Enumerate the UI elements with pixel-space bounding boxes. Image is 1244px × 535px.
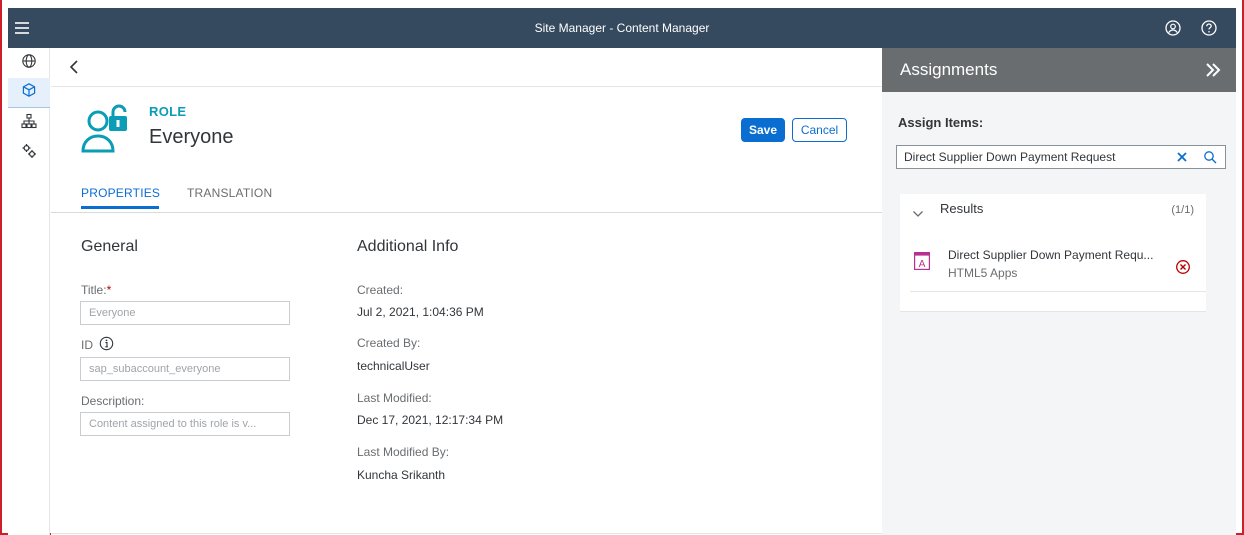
title-label: Title:* — [81, 283, 111, 297]
assign-search-input[interactable] — [904, 146, 1166, 168]
gears-icon — [21, 143, 37, 164]
role-editor: ROLE Everyone Save Cancel PROPERTIES TRA… — [51, 48, 882, 535]
created-by-label: Created By: — [357, 336, 421, 350]
description-input[interactable]: Content assigned to this role is v... — [80, 412, 290, 436]
item-type: HTML5 Apps — [948, 266, 1018, 280]
globe-icon — [21, 53, 37, 74]
double-chevron-right-icon[interactable] — [1204, 61, 1222, 79]
assign-search-field — [896, 145, 1226, 169]
cube-icon — [21, 82, 37, 103]
nav-hierarchy[interactable] — [8, 108, 50, 138]
assignments-title: Assignments — [900, 60, 998, 79]
shell-actions — [1164, 19, 1218, 37]
description-label: Description: — [81, 394, 145, 408]
created-by-value: technicalUser — [357, 359, 430, 373]
save-button[interactable]: Save — [741, 118, 785, 142]
title-label-text: Title: — [81, 283, 107, 297]
hierarchy-icon — [21, 113, 37, 134]
tab-properties[interactable]: PROPERTIES — [81, 186, 160, 200]
results-title[interactable]: Results — [940, 201, 983, 216]
menu-icon[interactable] — [12, 18, 32, 38]
assignments-header: Assignments — [882, 48, 1236, 92]
chevron-down-icon[interactable] — [912, 206, 924, 217]
id-label: ID — [81, 336, 114, 354]
remove-circle-icon[interactable] — [1175, 259, 1191, 275]
item-name: Direct Supplier Down Payment Requ... — [948, 248, 1154, 262]
footer-divider — [51, 533, 882, 534]
title-input[interactable]: Everyone — [80, 301, 290, 325]
cancel-button[interactable]: Cancel — [792, 118, 847, 142]
search-icon[interactable] — [1203, 150, 1217, 164]
nav-settings[interactable] — [8, 138, 50, 168]
additional-info-heading: Additional Info — [357, 238, 459, 255]
shell-bar: Site Manager - Content Manager — [8, 8, 1236, 48]
role-kicker: ROLE — [149, 104, 187, 119]
tab-selected-indicator — [81, 206, 159, 209]
general-heading: General — [81, 238, 138, 255]
last-modified-by-label: Last Modified By: — [357, 445, 450, 459]
id-input[interactable]: sap_subaccount_everyone — [80, 357, 290, 381]
required-marker: * — [106, 283, 112, 297]
id-label-text: ID — [81, 338, 93, 352]
results-count: (1/1) — [1171, 204, 1194, 216]
assignments-panel: Assignments Assign Items: Results (1/1) … — [882, 48, 1236, 535]
created-label: Created: — [357, 283, 404, 297]
side-navigation — [8, 48, 50, 535]
toolbar-divider — [51, 86, 882, 87]
assign-items-label: Assign Items: — [898, 115, 984, 130]
last-modified-by-value: Kuncha Srikanth — [357, 468, 446, 482]
html5-app-icon: A — [914, 252, 931, 270]
tab-translation[interactable]: TRANSLATION — [187, 186, 272, 200]
back-icon[interactable] — [65, 56, 85, 78]
nav-sites[interactable] — [8, 48, 50, 78]
role-lock-icon — [81, 103, 137, 153]
clear-icon[interactable] — [1175, 150, 1189, 164]
created-value: Jul 2, 2021, 1:04:36 PM — [357, 305, 484, 319]
user-icon[interactable] — [1164, 19, 1182, 37]
tab-divider — [51, 212, 882, 213]
help-icon[interactable] — [1200, 19, 1218, 37]
svg-text:A: A — [919, 259, 926, 270]
nav-content[interactable] — [8, 78, 50, 108]
role-title: Everyone — [149, 126, 234, 148]
info-icon[interactable] — [99, 336, 114, 354]
shell-title: Site Manager - Content Manager — [534, 21, 710, 35]
last-modified-value: Dec 17, 2021, 12:17:34 PM — [357, 413, 504, 427]
last-modified-label: Last Modified: — [357, 391, 432, 405]
results-list: Results (1/1) A Direct Supplier Down Pay… — [900, 194, 1206, 312]
list-item[interactable]: A Direct Supplier Down Payment Requ... H… — [910, 240, 1206, 292]
